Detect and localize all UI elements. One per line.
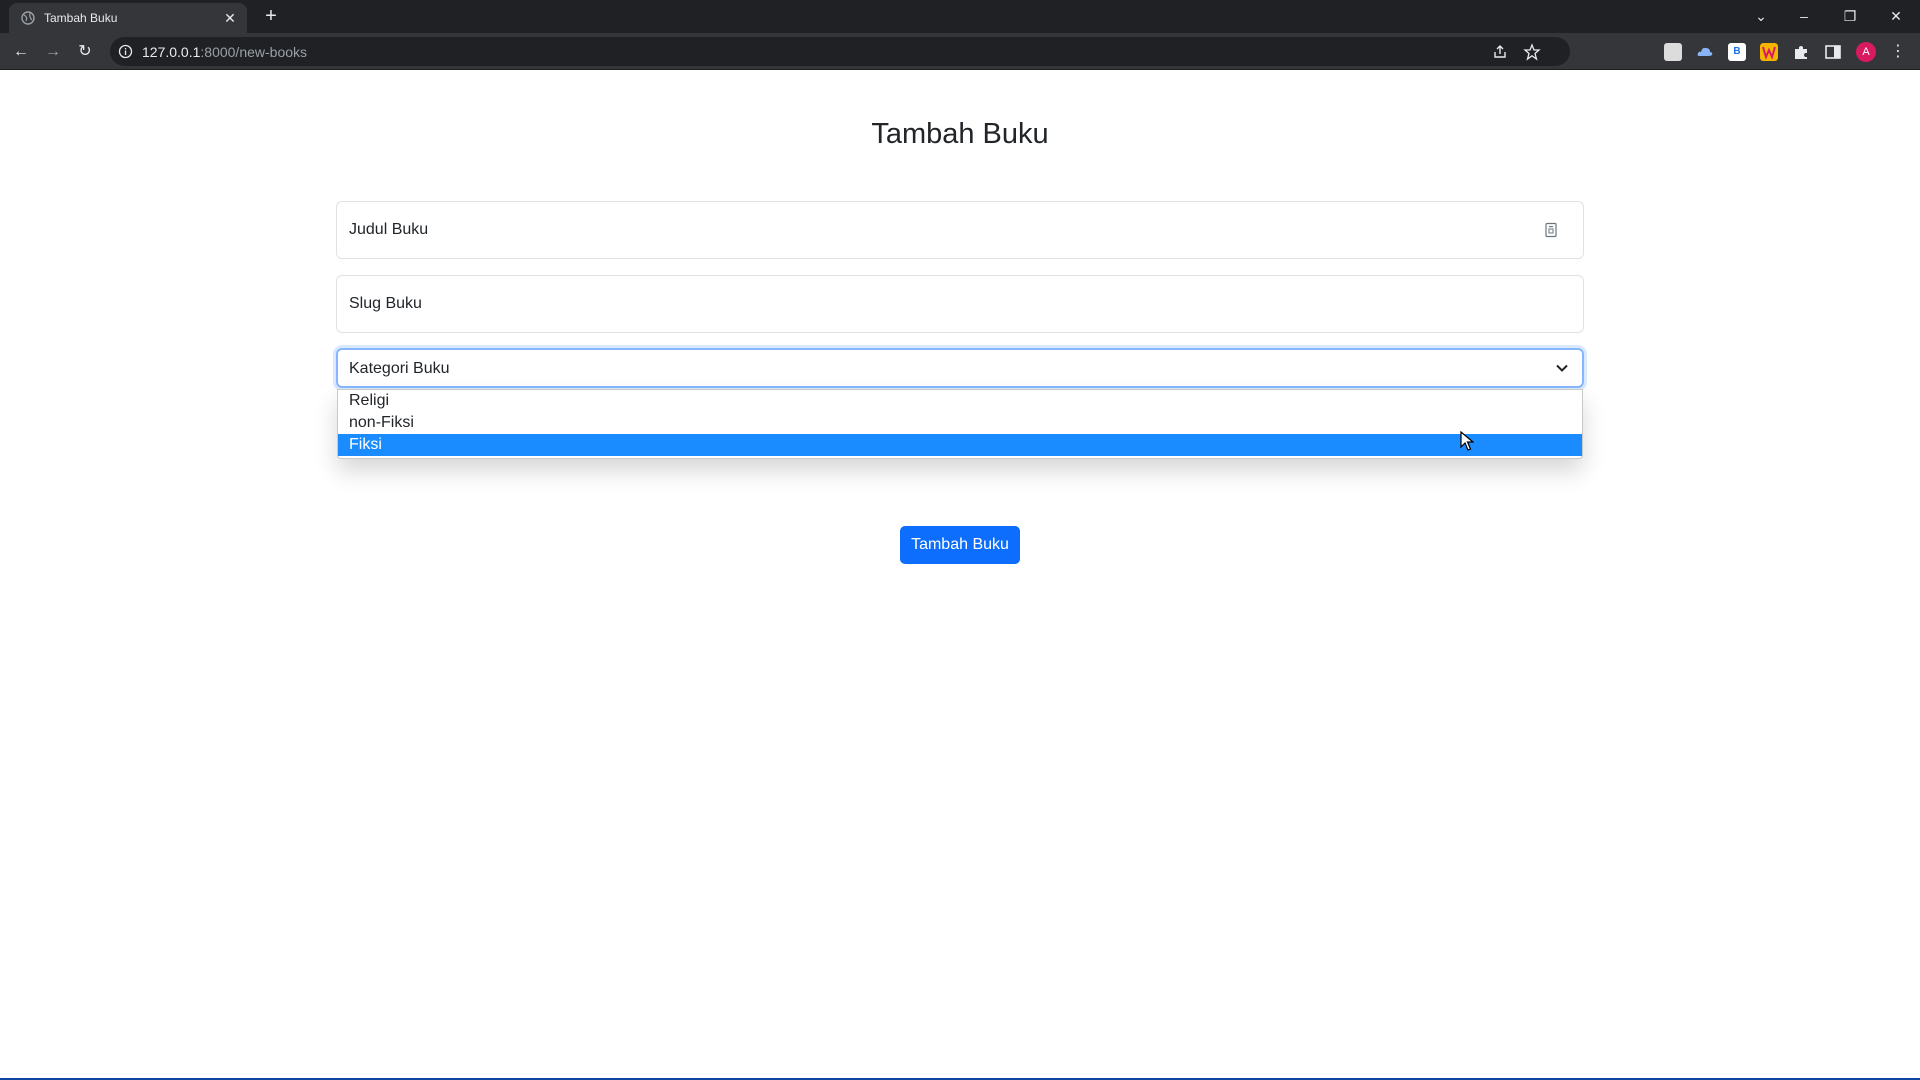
title-input-placeholder: Judul Buku — [349, 221, 429, 238]
url-path: :8000/new-books — [200, 44, 308, 60]
option-non-fiksi[interactable]: non-Fiksi — [338, 412, 1582, 434]
category-select[interactable]: Kategori Buku — [336, 348, 1584, 388]
close-window-icon[interactable]: ✕ — [1883, 4, 1909, 28]
browser-tab[interactable]: Tambah Buku ✕ — [9, 3, 247, 33]
info-icon[interactable] — [118, 44, 133, 59]
minimize-icon[interactable]: – — [1791, 4, 1817, 28]
slug-input[interactable]: Slug Buku — [336, 275, 1584, 333]
url-host: 127.0.0.1 — [142, 44, 201, 60]
share-icon[interactable] — [1491, 43, 1509, 61]
reload-button[interactable]: ↻ — [73, 40, 97, 64]
tab-title: Tambah Buku — [44, 11, 118, 25]
url-text: 127.0.0.1:8000/new-books — [142, 44, 307, 60]
side-panel-icon[interactable] — [1824, 43, 1842, 61]
puzzle-extensions-icon[interactable] — [1792, 43, 1810, 61]
page-title: Tambah Buku — [871, 118, 1049, 150]
slug-input-placeholder: Slug Buku — [349, 295, 422, 312]
tab-search-icon[interactable]: ⌄ — [1748, 4, 1774, 28]
w-extension-icon[interactable] — [1760, 43, 1778, 61]
profile-avatar[interactable]: A — [1856, 42, 1876, 62]
bookmark-star-icon[interactable] — [1523, 43, 1541, 61]
b-extension-icon[interactable]: B — [1728, 43, 1746, 61]
browser-tabstrip: Tambah Buku ✕ + ⌄ – ❐ ✕ — [0, 0, 1920, 33]
tab-close-icon[interactable]: ✕ — [221, 9, 239, 27]
option-fiksi[interactable]: Fiksi — [338, 434, 1582, 456]
address-bar[interactable]: 127.0.0.1:8000/new-books — [110, 37, 1570, 66]
title-input[interactable]: Judul Buku — [336, 201, 1584, 259]
add-book-button[interactable]: Tambah Buku — [900, 526, 1020, 564]
password-manager-icon[interactable] — [1543, 222, 1559, 238]
option-religi[interactable]: Religi — [338, 390, 1582, 412]
back-button[interactable]: ← — [9, 40, 33, 64]
globe-icon — [21, 11, 35, 25]
mouse-cursor-icon — [1460, 431, 1474, 451]
chevron-down-icon — [1556, 364, 1568, 372]
forward-button[interactable]: → — [41, 40, 65, 64]
extension-icon[interactable] — [1664, 43, 1682, 61]
restore-icon[interactable]: ❐ — [1837, 4, 1863, 28]
category-dropdown-list: Religi non-Fiksi Fiksi — [337, 389, 1583, 459]
new-tab-button[interactable]: + — [260, 5, 282, 27]
cloud-extension-icon[interactable] — [1696, 43, 1714, 61]
category-select-label: Kategori Buku — [349, 360, 450, 377]
browser-menu-icon[interactable]: ⋮ — [1890, 42, 1906, 62]
browser-toolbar: ← → ↻ 127.0.0.1:8000/new-books B A ⋮ — [0, 33, 1920, 70]
